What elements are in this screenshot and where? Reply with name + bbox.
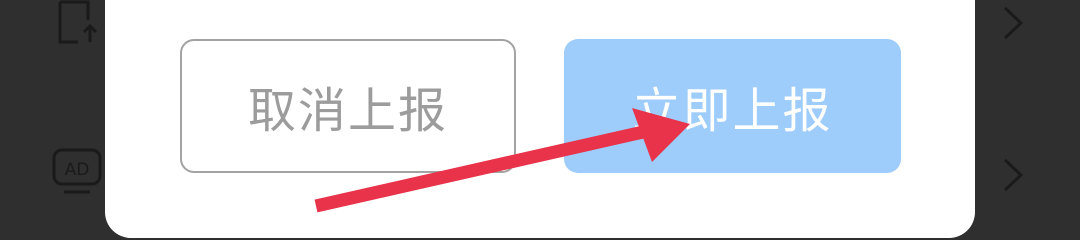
chevron-right-icon[interactable]: [1002, 6, 1024, 40]
svg-text:AD: AD: [65, 160, 90, 180]
export-icon: [52, 0, 102, 50]
cancel-report-label: 取消上报: [247, 83, 448, 139]
chevron-right-icon[interactable]: [1002, 158, 1024, 192]
screen: AD 取消上报 立即上报: [0, 0, 1080, 238]
report-label: 立即上报: [632, 83, 833, 139]
report-dialog: 取消上报 立即上报: [105, 0, 975, 238]
ad-icon: AD: [52, 146, 102, 196]
report-button[interactable]: 立即上报: [564, 39, 901, 173]
cancel-report-button[interactable]: 取消上报: [180, 39, 516, 173]
